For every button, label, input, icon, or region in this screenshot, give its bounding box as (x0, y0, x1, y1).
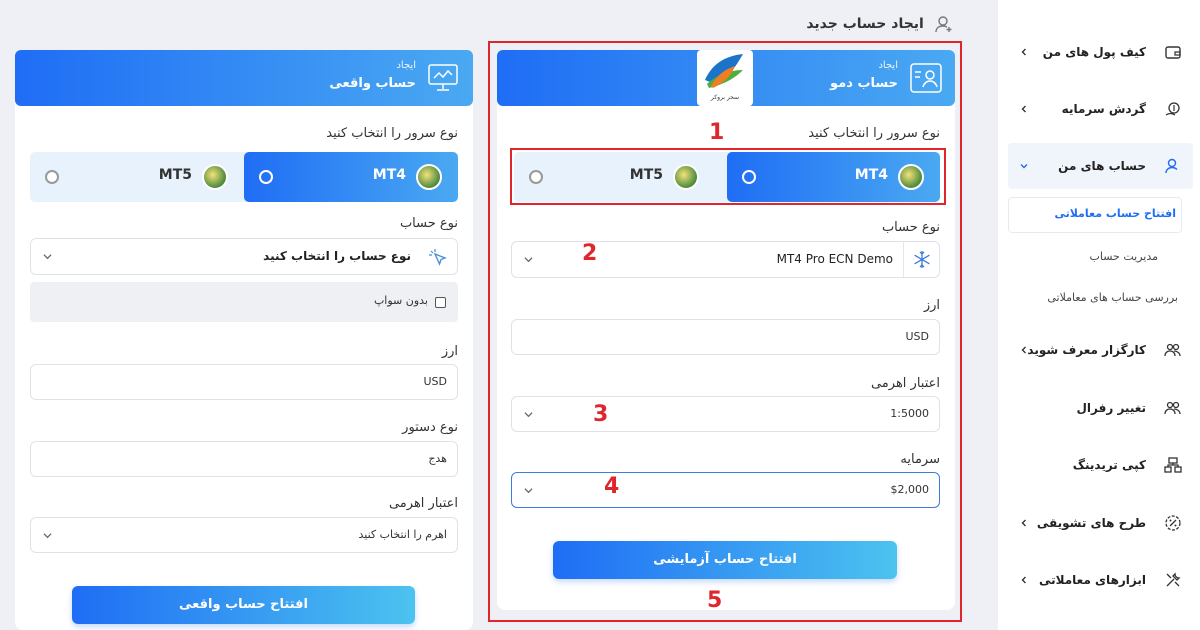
sidebar-item-label: کارگزار معرف شوید (1027, 343, 1146, 357)
annotation-number-5: 5 (707, 588, 723, 613)
real-currency-value: USD (423, 375, 447, 388)
real-currency-label: ارز (441, 344, 458, 359)
real-server-selector: MT4 MT5 (30, 152, 458, 202)
sidebar-item-label: گردش سرمایه (1061, 102, 1146, 116)
no-swap-label: بدون سواپ (373, 294, 428, 307)
sidebar-item-copy-trading[interactable]: کپی تریدینگ (998, 445, 1200, 485)
sidebar-item-label: حساب های من (1058, 159, 1146, 173)
real-header-title: حساب واقعی (329, 76, 416, 91)
money-flow-icon (1164, 100, 1182, 118)
chevron-left-icon (1021, 576, 1026, 584)
page-title: ایجاد حساب جدید (806, 16, 924, 32)
sub-item-open-account[interactable]: افتتاح حساب معاملاتی (1054, 207, 1176, 220)
real-mt4-radio[interactable] (259, 170, 273, 184)
sidebar-item-incentives[interactable]: طرح های تشویقی (998, 503, 1200, 543)
sidebar-item-label: ابزارهای معاملاتی (1038, 573, 1146, 587)
sidebar-item-label: کیف پول های من (1042, 45, 1146, 59)
real-mt4-label: MT4 (372, 167, 406, 183)
real-header-small: ایجاد (396, 60, 416, 71)
chevron-down-icon (43, 254, 52, 260)
no-swap-checkbox[interactable] (435, 297, 446, 308)
sidebar-item-money-flow[interactable]: گردش سرمایه (998, 89, 1200, 129)
real-mt5-option[interactable]: MT5 (30, 152, 244, 202)
chevron-left-icon (1021, 346, 1026, 354)
annotation-outer-box (488, 41, 962, 622)
real-order-type-label: نوع دستور (402, 420, 458, 435)
sidebar: کیف پول های من گردش سرمایه حساب های من ا… (998, 0, 1200, 630)
wallet-icon (1164, 43, 1182, 61)
real-server-label: نوع سرور را انتخاب کنید (326, 126, 458, 141)
real-mt4-option[interactable]: MT4 (244, 152, 458, 202)
sidebar-item-label: تغییر رفرال (1076, 401, 1146, 415)
annotation-number-2: 2 (582, 241, 598, 266)
chevron-left-icon (1021, 48, 1026, 56)
sidebar-item-label: طرح های تشویقی (1036, 516, 1146, 530)
cursor-click-icon (427, 247, 449, 269)
real-mt5-radio[interactable] (45, 170, 59, 184)
sub-item-review-accounts[interactable]: بررسی حساب های معاملاتی (1047, 291, 1178, 304)
real-leverage-placeholder: اهرم را انتخاب کنید (358, 528, 448, 541)
no-swap-box: بدون سواپ (30, 282, 458, 322)
sidebar-item-wallets[interactable]: کیف پول های من (998, 32, 1200, 72)
users-icon (1164, 341, 1182, 359)
real-account-type-placeholder: نوع حساب را انتخاب کنید (263, 249, 411, 263)
real-leverage-select[interactable]: اهرم را انتخاب کنید (30, 517, 458, 553)
add-user-icon (934, 14, 954, 34)
discount-icon (1164, 514, 1182, 532)
chart-monitor-icon (427, 63, 459, 93)
sidebar-item-become-ib[interactable]: کارگزار معرف شوید (998, 330, 1200, 370)
tools-icon (1164, 571, 1182, 589)
sidebar-item-trading-tools[interactable]: ابزارهای معاملاتی (998, 560, 1200, 600)
chevron-left-icon (1021, 519, 1026, 527)
annotation-number-1: 1 (709, 120, 725, 145)
chevron-down-icon (1020, 164, 1028, 169)
mt4-logo-icon (416, 164, 442, 190)
real-account-type-label: نوع حساب (399, 216, 458, 231)
sidebar-item-my-accounts[interactable]: حساب های من (998, 146, 1200, 186)
real-account-type-select[interactable]: نوع حساب را انتخاب کنید (30, 238, 458, 275)
real-order-type-value: هدج (428, 452, 447, 465)
open-real-account-button[interactable]: افتتاح حساب واقعی (72, 586, 415, 624)
page-title-row: ایجاد حساب جدید (806, 14, 954, 36)
sidebar-item-change-referral[interactable]: تغییر رفرال (998, 388, 1200, 428)
annotation-number-4: 4 (604, 474, 620, 499)
copy-trading-icon (1164, 456, 1182, 474)
user-account-icon (1164, 157, 1182, 175)
annotation-number-3: 3 (593, 402, 609, 427)
sub-item-manage-account[interactable]: مدیریت حساب (1090, 250, 1158, 263)
mt5-logo-icon (202, 164, 228, 190)
real-leverage-label: اعتبار اهرمی (388, 496, 458, 511)
sidebar-item-label: کپی تریدینگ (1072, 458, 1146, 472)
annotation-server-box (510, 148, 946, 205)
chevron-left-icon (1021, 105, 1026, 113)
chevron-down-icon (43, 533, 52, 539)
real-account-card: ایجاد حساب واقعی نوع سرور را انتخاب کنید… (15, 50, 473, 630)
real-order-type-field[interactable]: هدج (30, 441, 458, 477)
real-currency-field[interactable]: USD (30, 364, 458, 400)
users-swap-icon (1164, 399, 1182, 417)
real-account-header[interactable]: ایجاد حساب واقعی (15, 50, 473, 106)
real-mt5-label: MT5 (158, 167, 192, 183)
